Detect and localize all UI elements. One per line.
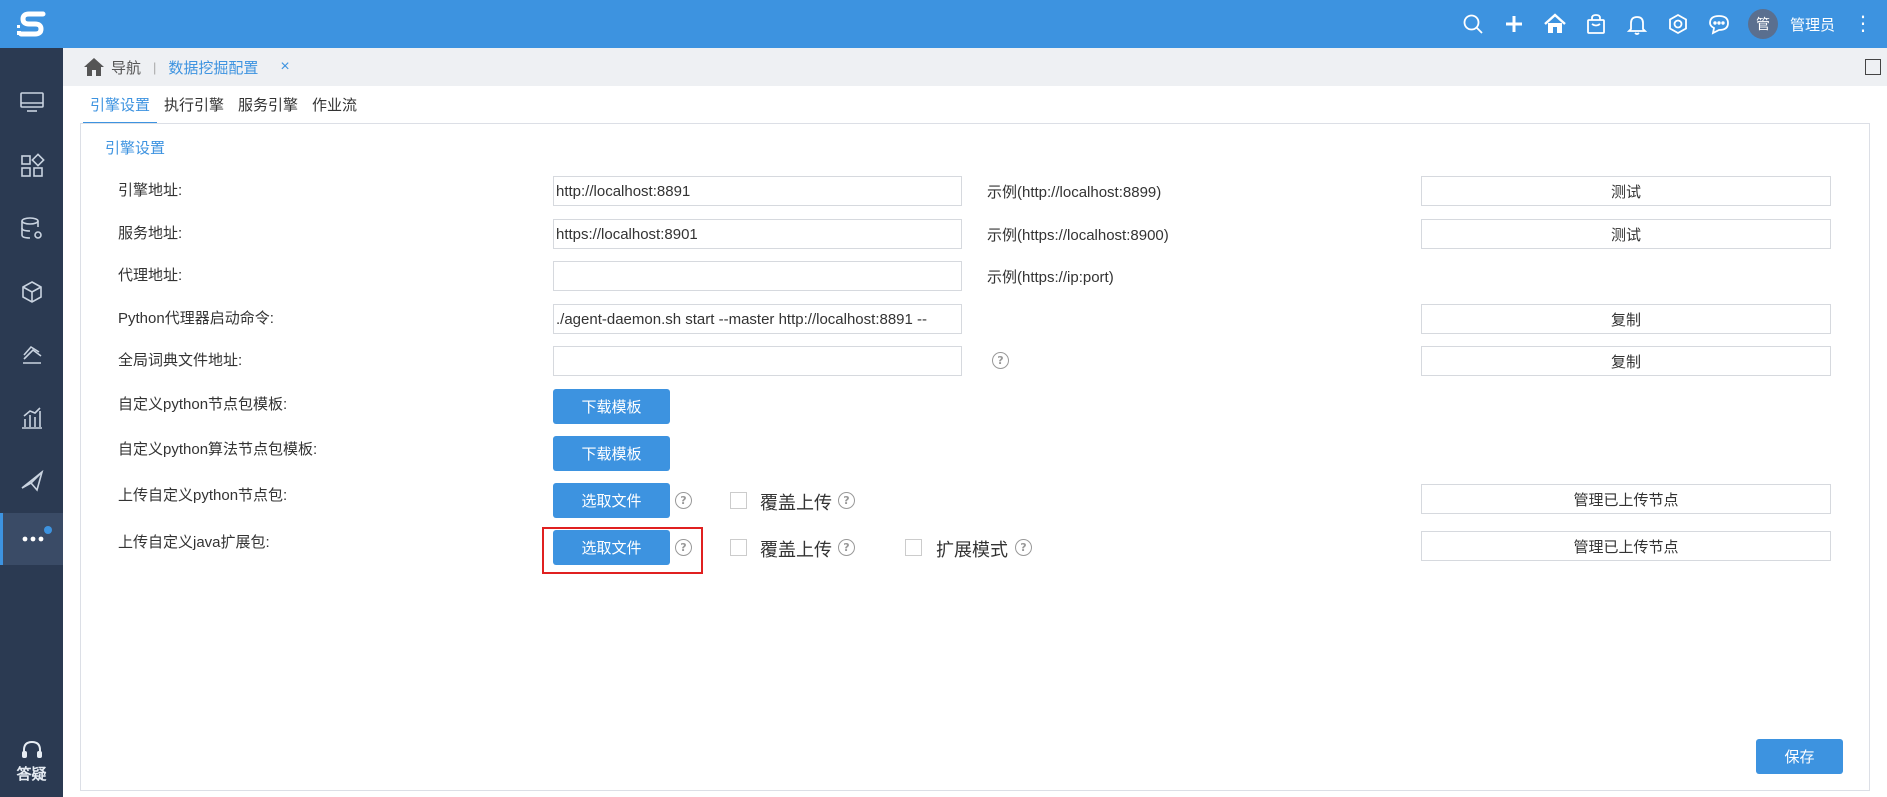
help-icon[interactable]: ? [675, 492, 692, 509]
search-button[interactable] [1453, 0, 1494, 48]
download-algo-template-button[interactable]: 下载模板 [553, 436, 670, 471]
upload-java-label: 上传自定义java扩展包: [118, 534, 270, 551]
help-icon[interactable]: ? [992, 352, 1009, 369]
maximize-icon[interactable] [1865, 59, 1881, 75]
user-avatar[interactable]: 管 [1747, 9, 1778, 39]
extend-mode-checkbox[interactable] [905, 539, 922, 556]
help-icon[interactable]: ? [1015, 539, 1032, 556]
service-address-example: 示例(https://localhost:8900) [987, 227, 1169, 244]
python-proxy-cmd-input[interactable] [553, 304, 962, 334]
settings-tabs: 引擎设置 执行引擎 服务引擎 作业流 [83, 94, 364, 124]
download-node-template-button[interactable]: 下载模板 [553, 389, 670, 424]
shop-button[interactable] [1576, 0, 1617, 48]
engine-address-row: 引擎地址: 示例(http://localhost:8899) 测试 [0, 176, 1887, 206]
plus-icon [1506, 16, 1523, 32]
python-node-template-row: 自定义python节点包模板: 下载模板 [0, 389, 1887, 424]
sidebar-item-monitor[interactable] [0, 78, 63, 126]
extend-mode-label: 扩展模式 [936, 540, 1008, 560]
help-icon[interactable]: ? [675, 539, 692, 556]
global-dict-row: 全局词典文件地址: ? 复制 [0, 346, 1887, 376]
service-address-row: 服务地址: 示例(https://localhost:8900) 测试 [0, 219, 1887, 249]
bell-icon [1627, 16, 1648, 35]
tab-workflow[interactable]: 作业流 [305, 94, 364, 124]
theme-button[interactable] [1658, 0, 1699, 48]
overwrite-java-checkbox[interactable] [730, 539, 747, 556]
panel-title: 引擎设置 [105, 140, 166, 157]
chat-bubble-icon [1709, 15, 1730, 35]
service-test-button[interactable]: 测试 [1421, 219, 1831, 249]
copy-command-button[interactable]: 复制 [1421, 304, 1831, 334]
more-menu-icon[interactable]: ⋮ [1853, 14, 1873, 34]
engine-address-example: 示例(http://localhost:8899) [987, 184, 1162, 201]
python-proxy-cmd-row: Python代理器启动命令: 复制 [0, 304, 1887, 334]
upload-python-label: 上传自定义python节点包: [118, 487, 288, 504]
top-header: 管 管理员 ⋮ [63, 0, 1887, 48]
search-icon [1464, 14, 1484, 34]
manage-java-nodes-button[interactable]: 管理已上传节点 [1421, 531, 1831, 561]
help-icon[interactable]: ? [838, 492, 855, 509]
engine-address-label: 引擎地址: [118, 182, 183, 199]
shopping-bag-icon [1587, 14, 1606, 34]
overwrite-java-label: 覆盖上传 [760, 540, 832, 560]
python-algo-template-label: 自定义python算法节点包模板: [118, 441, 318, 458]
service-address-input[interactable] [553, 219, 962, 249]
proxy-address-example: 示例(https://ip:port) [987, 269, 1114, 286]
help-label: 答疑 [16, 765, 47, 783]
add-button[interactable] [1494, 0, 1535, 48]
upload-python-row: 上传自定义python节点包: 选取文件 ? 覆盖上传 ? 管理已上传节点 [0, 483, 1887, 518]
home-icon [1544, 13, 1567, 33]
header-actions: 管 管理员 ⋮ [1453, 0, 1873, 48]
copy-dict-button[interactable]: 复制 [1421, 346, 1831, 376]
settings-gear-icon [1669, 13, 1688, 35]
tab-engine-settings[interactable]: 引擎设置 [83, 94, 158, 124]
python-node-template-label: 自定义python节点包模板: [118, 396, 288, 413]
proxy-address-row: 代理地址: 示例(https://ip:port) [0, 261, 1887, 291]
breadcrumb-separator: | [153, 59, 157, 75]
app-logo[interactable] [0, 0, 63, 48]
global-dict-input[interactable] [553, 346, 962, 376]
proxy-address-input[interactable] [553, 261, 962, 291]
global-dict-label: 全局词典文件地址: [118, 352, 243, 369]
breadcrumb-current-tab[interactable]: 数据挖掘配置 [168, 57, 258, 78]
notifications-button[interactable] [1617, 0, 1658, 48]
proxy-address-label: 代理地址: [118, 267, 183, 284]
python-proxy-cmd-label: Python代理器启动命令: [118, 310, 274, 327]
breadcrumb: 导航 | 数据挖掘配置 × [63, 48, 1887, 86]
help-button[interactable]: 答疑 [0, 728, 63, 794]
breadcrumb-home-icon[interactable] [83, 56, 105, 78]
close-tab-icon[interactable]: × [280, 58, 289, 76]
service-address-label: 服务地址: [118, 225, 183, 242]
username[interactable]: 管理员 [1790, 14, 1835, 35]
choose-java-file-button[interactable]: 选取文件 [553, 530, 670, 565]
python-algo-template-row: 自定义python算法节点包模板: 下载模板 [0, 436, 1887, 471]
engine-test-button[interactable]: 测试 [1421, 176, 1831, 206]
breadcrumb-nav[interactable]: 导航 [111, 57, 141, 78]
messages-button[interactable] [1699, 0, 1740, 48]
manage-python-nodes-button[interactable]: 管理已上传节点 [1421, 484, 1831, 514]
monitor-icon [19, 92, 44, 112]
upload-java-row: 上传自定义java扩展包: 选取文件 ? 覆盖上传 ? 扩展模式 ? 管理已上传… [0, 530, 1887, 565]
engine-address-input[interactable] [553, 176, 962, 206]
home-button[interactable] [1535, 0, 1576, 48]
overwrite-python-checkbox[interactable] [730, 492, 747, 509]
tab-service-engine[interactable]: 服务引擎 [231, 94, 305, 124]
help-icon[interactable]: ? [838, 539, 855, 556]
overwrite-python-label: 覆盖上传 [760, 493, 832, 513]
save-button[interactable]: 保存 [1756, 739, 1843, 774]
tab-execution-engine[interactable]: 执行引擎 [157, 94, 231, 124]
headset-icon [21, 740, 42, 758]
choose-python-file-button[interactable]: 选取文件 [553, 483, 670, 518]
logo-icon [16, 11, 45, 37]
